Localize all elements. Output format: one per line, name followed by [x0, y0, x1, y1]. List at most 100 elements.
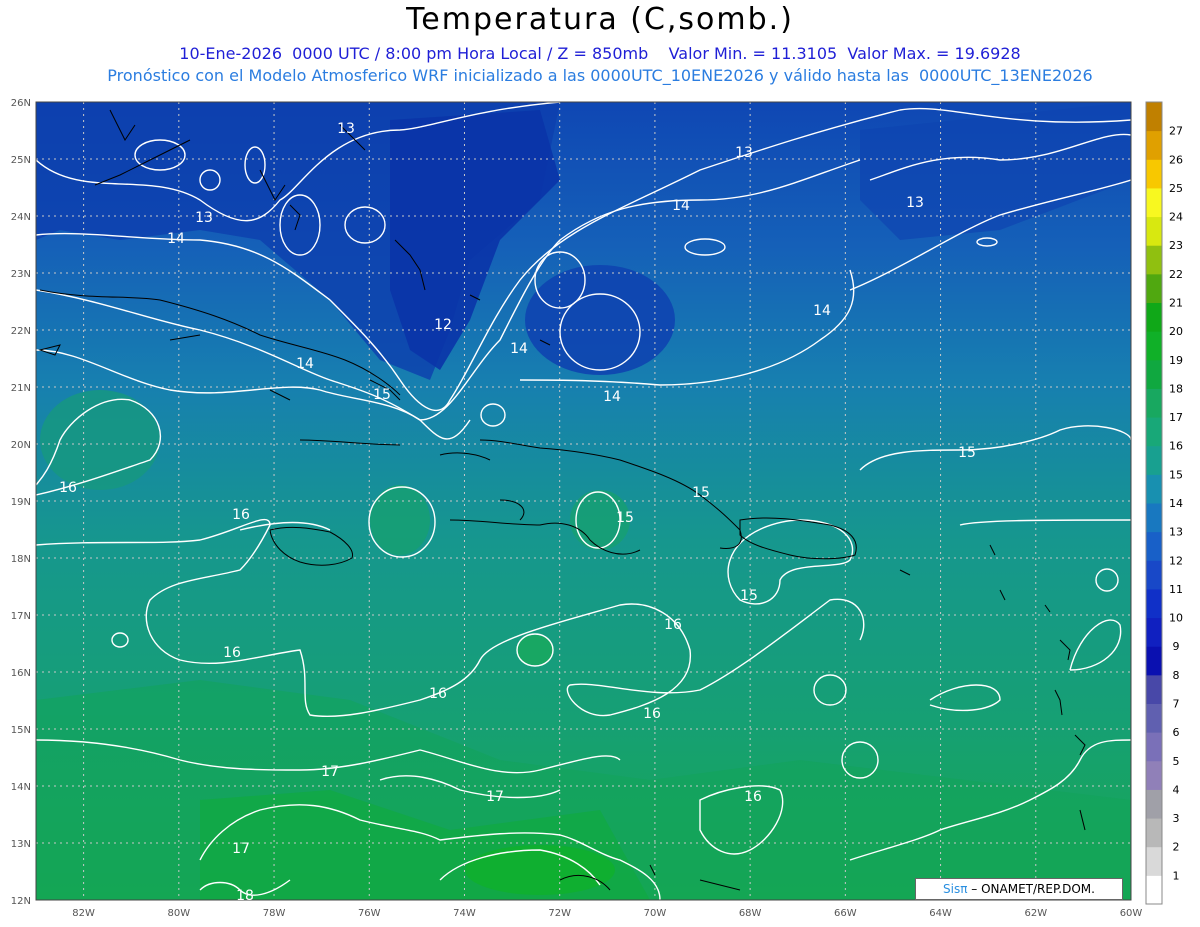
colorbar-label: 2 — [1173, 841, 1180, 854]
contour-label: 15 — [373, 387, 391, 403]
lat-label: 17N — [11, 611, 31, 622]
colorbar-label: 4 — [1173, 783, 1180, 796]
colorbar-swatch — [1146, 388, 1162, 418]
contour-label: 16 — [223, 645, 241, 661]
contour-label: 14 — [672, 198, 690, 214]
lon-label: 64W — [929, 908, 952, 919]
colorbar-swatch — [1146, 588, 1162, 619]
colorbar-label: 27 — [1169, 125, 1183, 138]
lat-label: 14N — [11, 782, 31, 793]
lon-label: 78W — [263, 908, 286, 919]
contour-label: 16 — [664, 617, 682, 633]
colorbar-swatch — [1146, 187, 1162, 218]
lon-label: 76W — [358, 908, 381, 919]
colorbar-label: 23 — [1169, 239, 1183, 252]
colorbar-label: 9 — [1173, 640, 1180, 653]
colorbar: 1234567891011121314151617181920212223242… — [1145, 101, 1183, 905]
lon-label: 68W — [739, 908, 762, 919]
colorbar-label: 10 — [1169, 612, 1183, 625]
credit-text: – ONAMET/REP.DOM. — [967, 882, 1095, 896]
longitude-labels: 82W 80W 78W 76W 74W 72W 70W 68W 66W 64W 62W 60W — [72, 908, 1142, 919]
colorbar-swatch — [1146, 646, 1162, 676]
colorbar-label: 3 — [1173, 812, 1180, 825]
contour-label: 13 — [735, 145, 753, 161]
colorbar-label: 22 — [1169, 268, 1183, 281]
colorbar-label: 8 — [1173, 669, 1180, 682]
colorbar-swatch — [1146, 331, 1162, 361]
contour-label: 17 — [321, 764, 339, 780]
colorbar-label: 11 — [1169, 583, 1183, 596]
lon-label: 62W — [1024, 908, 1047, 919]
contour-label: 16 — [232, 507, 250, 523]
colorbar-swatch — [1146, 302, 1162, 332]
lon-label: 80W — [168, 908, 191, 919]
lat-label: 22N — [11, 326, 31, 337]
colorbar-label: 14 — [1169, 497, 1183, 510]
colorbar-swatch — [1146, 159, 1162, 189]
colorbar-swatch — [1146, 531, 1162, 561]
colorbar-swatch — [1146, 130, 1162, 160]
colorbar-swatch — [1146, 273, 1162, 303]
lat-label: 18N — [11, 554, 31, 565]
contour-label: 17 — [486, 789, 504, 805]
contour-label: 12 — [434, 317, 452, 333]
colorbar-label: 19 — [1169, 354, 1183, 367]
contour-label: 18 — [236, 888, 254, 904]
colorbar-label: 1 — [1173, 869, 1180, 882]
colorbar-label: 5 — [1173, 755, 1180, 768]
contour-label: 15 — [616, 510, 634, 526]
contour-label: 13 — [906, 195, 924, 211]
lon-label: 66W — [834, 908, 857, 919]
colorbar-label: 6 — [1173, 726, 1180, 739]
contour-label: 14 — [167, 231, 185, 247]
colorbar-label: 25 — [1169, 182, 1183, 195]
contour-label: 15 — [958, 445, 976, 461]
lat-label: 26N — [11, 98, 31, 109]
colorbar-label: 13 — [1169, 526, 1183, 539]
lat-label: 20N — [11, 440, 31, 451]
sispi-logo-text: Sisπ — [943, 882, 968, 896]
lon-label: 72W — [548, 908, 571, 919]
colorbar-label: 24 — [1169, 211, 1183, 224]
colorbar-swatch — [1146, 732, 1162, 762]
lat-label: 16N — [11, 668, 31, 679]
contour-label: 16 — [59, 480, 77, 496]
temperature-map: 26N 25N 24N 23N 22N 21N 20N 19N 18N 17N 16N 15N 14N 1… — [11, 98, 1183, 919]
lon-label: 60W — [1120, 908, 1143, 919]
colorbar-swatch — [1146, 445, 1162, 475]
contour-label: 17 — [232, 841, 250, 857]
lat-label: 19N — [11, 497, 31, 508]
colorbar-swatch — [1146, 474, 1162, 504]
colorbar-swatch — [1146, 417, 1162, 447]
lat-label: 24N — [11, 212, 31, 223]
colorbar-swatch — [1146, 875, 1162, 905]
colorbar-swatch — [1146, 560, 1162, 590]
colorbar-label: 17 — [1169, 411, 1183, 424]
colorbar-label: 21 — [1169, 297, 1183, 310]
colorbar-label: 15 — [1169, 468, 1183, 481]
colorbar-swatch — [1146, 245, 1162, 275]
colorbar-label: 16 — [1169, 440, 1183, 453]
colorbar-label: 18 — [1169, 382, 1183, 395]
colorbar-swatch — [1146, 503, 1162, 533]
lat-label: 23N — [11, 269, 31, 280]
lon-label: 74W — [453, 908, 476, 919]
contour-label: 13 — [337, 121, 355, 137]
colorbar-swatch — [1146, 617, 1162, 647]
lon-label: 70W — [644, 908, 667, 919]
lat-label: 25N — [11, 155, 31, 166]
contour-label: 14 — [296, 356, 314, 372]
colorbar-swatch — [1146, 216, 1162, 246]
lat-label: 15N — [11, 725, 31, 736]
contour-label: 13 — [195, 210, 213, 226]
lat-label: 13N — [11, 839, 31, 850]
contour-label: 16 — [429, 686, 447, 702]
contour-label: 14 — [510, 341, 528, 357]
colorbar-label: 26 — [1169, 153, 1183, 166]
colorbar-swatch — [1146, 703, 1162, 733]
lat-label: 12N — [11, 896, 31, 907]
contour-label: 15 — [692, 485, 710, 501]
colorbar-swatch — [1146, 359, 1162, 389]
colorbar-swatch — [1146, 674, 1162, 704]
colorbar-label: 7 — [1173, 698, 1180, 711]
